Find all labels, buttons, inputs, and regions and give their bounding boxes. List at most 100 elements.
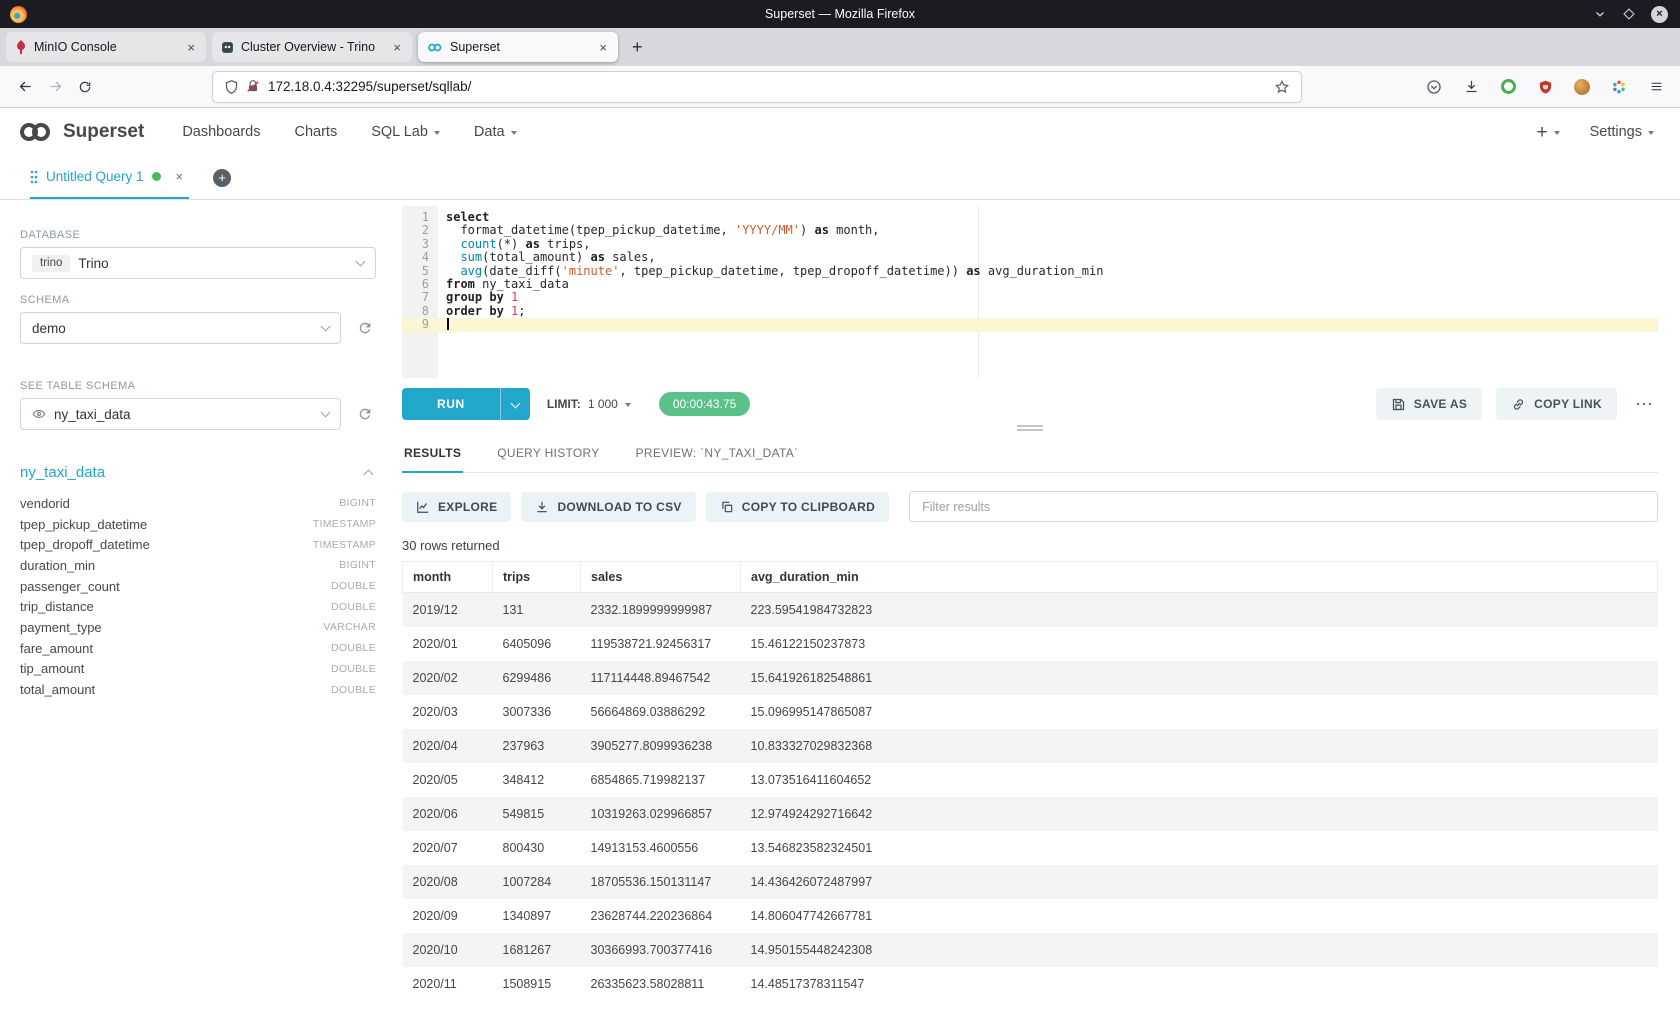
filter-results-input[interactable] (909, 491, 1658, 522)
collapse-chevron-icon[interactable] (364, 469, 374, 479)
table-row: 2020/016405096119538721.9245631715.46122… (403, 627, 1658, 661)
table-name-link[interactable]: ny_taxi_data (20, 464, 105, 481)
nav-dashboards[interactable]: Dashboards (182, 124, 260, 140)
tab-close-icon[interactable]: × (391, 40, 403, 55)
copy-link-button[interactable]: COPY LINK (1496, 388, 1617, 420)
download-csv-button[interactable]: DOWNLOAD TO CSV (521, 492, 695, 522)
back-icon[interactable] (10, 72, 40, 102)
code-line[interactable]: 9 (402, 318, 1658, 331)
nav-sql-lab[interactable]: SQL Lab (371, 124, 440, 140)
browser-tab-superset[interactable]: Superset × (418, 32, 618, 62)
limit-dropdown[interactable]: LIMIT: 1 000 (547, 397, 631, 411)
extension-cookie-icon[interactable] (1568, 73, 1596, 101)
settings-menu[interactable]: Settings (1590, 124, 1654, 140)
code-line[interactable]: 6from ny_taxi_data (402, 278, 1658, 291)
add-query-tab-button[interactable]: + (213, 169, 231, 187)
column-row: payment_type VARCHAR (20, 617, 376, 638)
table-cell: 131 (493, 593, 581, 628)
column-row: tpep_dropoff_datetime TIMESTAMP (20, 534, 376, 555)
column-header[interactable]: trips (493, 562, 581, 593)
line-number: 3 (402, 238, 438, 251)
column-row: vendorid BIGINT (20, 493, 376, 514)
schema-label: SCHEMA (20, 294, 376, 306)
explore-button[interactable]: EXPLORE (402, 492, 511, 522)
column-name: payment_type (20, 620, 102, 635)
column-type: TIMESTAMP (313, 539, 376, 551)
code-line[interactable]: 1select (402, 211, 1658, 224)
table-cell: 2020/05 (403, 763, 493, 797)
superset-logo[interactable]: Superset (16, 121, 144, 143)
column-header[interactable]: avg_duration_min (741, 562, 1658, 593)
pocket-icon[interactable] (1420, 73, 1448, 101)
drag-grip-icon[interactable] (30, 170, 38, 184)
column-name: vendorid (20, 496, 70, 511)
table-cell: 14.950155448242308 (741, 933, 1658, 967)
extension-pinwheel-icon[interactable] (1605, 73, 1633, 101)
run-options-button[interactable] (500, 388, 530, 420)
tab-preview-table[interactable]: PREVIEW: `NY_TAXI_DATA` (634, 436, 801, 473)
ublock-shield-icon[interactable] (1531, 73, 1559, 101)
table-select[interactable]: ny_taxi_data (20, 398, 341, 430)
reload-icon[interactable] (70, 72, 100, 102)
window-minimize-icon[interactable] (1593, 7, 1607, 21)
code-line[interactable]: 3 count(*) as trips, (402, 238, 1658, 251)
more-options-icon[interactable]: ⋯ (1631, 394, 1658, 415)
column-header[interactable]: sales (581, 562, 741, 593)
column-row: total_amount DOUBLE (20, 679, 376, 700)
table-cell: 26335623.58028811 (581, 967, 741, 1001)
line-number: 7 (402, 291, 438, 304)
query-tab[interactable]: Untitled Query 1 × (30, 156, 189, 199)
window-close-icon[interactable]: × (1651, 6, 1668, 23)
copy-clipboard-button[interactable]: COPY TO CLIPBOARD (706, 492, 889, 522)
database-select[interactable]: trino Trino (20, 247, 376, 279)
save-as-button[interactable]: SAVE AS (1376, 388, 1482, 420)
insecure-lock-icon[interactable] (246, 79, 260, 94)
table-row: 2020/0654981510319263.02996685712.974924… (403, 797, 1658, 831)
table-cell: 6405096 (493, 627, 581, 661)
table-cell: 2020/03 (403, 695, 493, 729)
bookmark-star-icon[interactable] (1274, 79, 1290, 95)
column-header[interactable]: month (403, 562, 493, 593)
downloads-icon[interactable] (1457, 73, 1485, 101)
refresh-schema-icon[interactable] (354, 317, 376, 339)
chevron-down-icon (321, 408, 331, 418)
sql-editor[interactable]: 1select2 format_datetime(tpep_pickup_dat… (402, 206, 1658, 378)
tab-close-icon[interactable]: × (185, 40, 197, 55)
table-cell: 1340897 (493, 899, 581, 933)
code-line[interactable]: 8order by 1; (402, 305, 1658, 318)
tab-close-icon[interactable]: × (597, 40, 609, 55)
tab-results[interactable]: RESULTS (402, 436, 463, 473)
schema-select[interactable]: demo (20, 312, 341, 344)
url-bar[interactable]: 172.18.0.4:32295/superset/sqllab/ (212, 71, 1302, 103)
table-cell: 1681267 (493, 933, 581, 967)
table-row: 2020/11150891526335623.5802881114.485173… (403, 967, 1658, 1001)
code-line[interactable]: 2 format_datetime(tpep_pickup_datetime, … (402, 224, 1658, 237)
forward-icon[interactable] (40, 72, 70, 102)
table-cell: 2020/08 (403, 865, 493, 899)
column-name: tpep_dropoff_datetime (20, 537, 150, 552)
column-name: duration_min (20, 558, 95, 573)
window-maximize-icon[interactable] (1623, 8, 1635, 20)
nav-charts[interactable]: Charts (295, 124, 338, 140)
table-row: 2020/08100728418705536.15013114714.43642… (403, 865, 1658, 899)
pane-resize-handle[interactable] (1017, 425, 1043, 431)
new-menu-button[interactable]: + (1536, 123, 1559, 142)
results-pane: RESULTS QUERY HISTORY PREVIEW: `NY_TAXI_… (402, 436, 1658, 1001)
copy-icon (720, 500, 734, 514)
refresh-table-icon[interactable] (354, 403, 376, 425)
query-tab-close-icon[interactable]: × (176, 169, 184, 184)
nav-data[interactable]: Data (474, 124, 517, 140)
run-button[interactable]: RUN (402, 388, 500, 420)
code-line[interactable]: 4 sum(total_amount) as sales, (402, 251, 1658, 264)
browser-tab-title: Superset (450, 40, 590, 54)
new-tab-button[interactable]: + (624, 37, 651, 58)
code-text: select (438, 211, 489, 224)
code-line[interactable]: 5 avg(date_diff('minute', tpep_pickup_da… (402, 265, 1658, 278)
browser-tab-trino[interactable]: Cluster Overview - Trino × (212, 32, 412, 62)
menu-icon[interactable] (1642, 73, 1670, 101)
tracking-shield-icon[interactable] (224, 79, 239, 95)
tab-query-history[interactable]: QUERY HISTORY (495, 436, 601, 473)
code-line[interactable]: 7group by 1 (402, 291, 1658, 304)
browser-tab-minio[interactable]: MinIO Console × (6, 32, 206, 62)
extension-green-icon[interactable] (1494, 73, 1522, 101)
